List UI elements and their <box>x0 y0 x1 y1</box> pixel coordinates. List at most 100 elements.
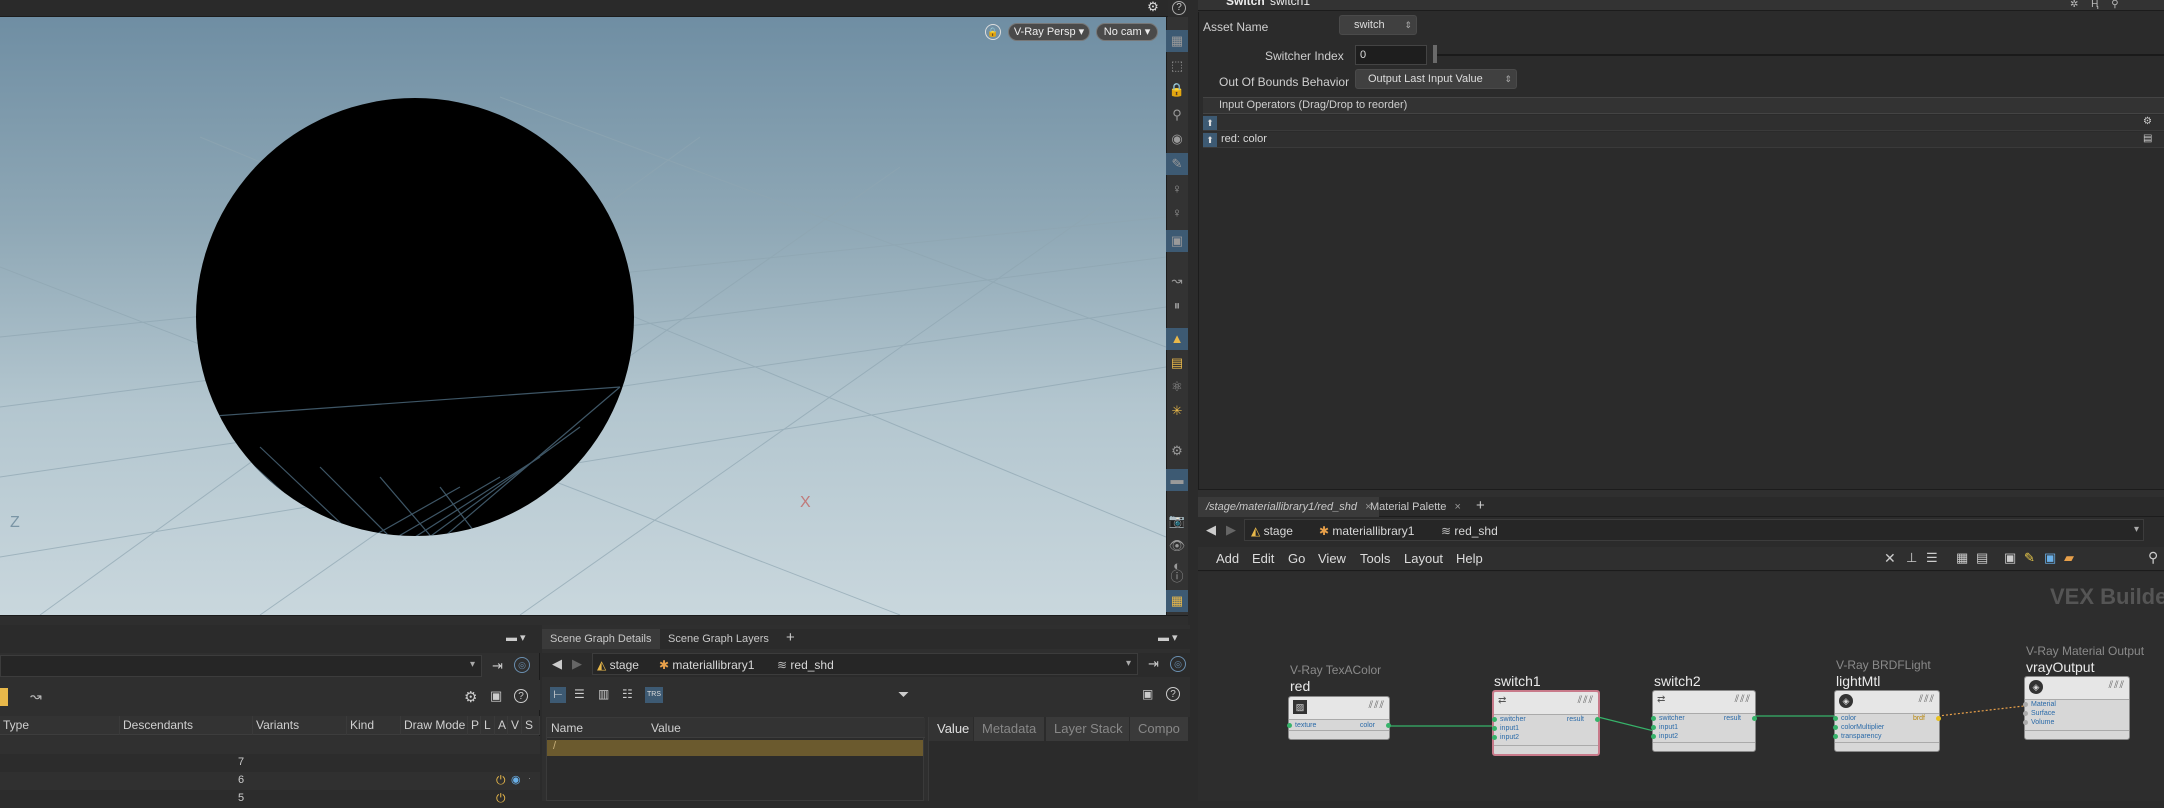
net-path-dropdown-icon[interactable]: ▾ <box>2134 524 2139 535</box>
col-variants[interactable]: Variants <box>253 716 347 735</box>
bulb-tool-icon[interactable]: ♀ <box>1166 178 1188 200</box>
details-pane-menu-icon[interactable]: ▬ ▾ <box>1158 631 1178 644</box>
asset-name-menu[interactable]: switch ⇕ <box>1339 15 1417 35</box>
visibility-toggle-icon[interactable]: ◉ <box>511 773 521 786</box>
tool-h-icon[interactable]: Ⱨ <box>2091 0 2098 10</box>
col-kind[interactable]: Kind <box>347 716 401 735</box>
floor-icon[interactable]: ▬ <box>1166 469 1188 491</box>
tree-view-icon[interactable]: ⊢ <box>550 687 566 703</box>
net-crumb-materiallibrary[interactable]: ✱ materiallibrary1 <box>1319 520 1414 542</box>
filter-icon[interactable]: ⏷ <box>898 686 909 703</box>
list-view-icon[interactable]: ☰ <box>574 687 585 701</box>
port-dot[interactable] <box>1287 723 1292 728</box>
details-path-dropdown-icon[interactable]: ▾ <box>1126 658 1131 669</box>
atom-icon[interactable]: ⚛ <box>1166 376 1188 398</box>
tree-path-field[interactable]: ▾ <box>0 655 482 677</box>
rows-view-icon[interactable]: ☷ <box>622 687 633 701</box>
col-s[interactable]: S <box>522 716 540 735</box>
port-dot[interactable] <box>1936 716 1941 721</box>
add-network-tab-button[interactable]: + <box>1476 497 1485 514</box>
details-path-field[interactable]: ◭ stage ✱ materiallibrary1 ≋ red_shd ▾ <box>592 653 1138 675</box>
port-dot[interactable] <box>1833 716 1838 721</box>
eye-icon[interactable]: 👁 <box>1166 535 1188 557</box>
node-switch1[interactable]: ⇄ ⫽⫽⫽ switcher input1 input2 result <box>1492 690 1600 756</box>
table-row[interactable]: / <box>547 740 923 756</box>
input-port-color[interactable]: color <box>1841 714 1856 723</box>
network-path-field[interactable]: ◭ stage ✱ materiallibrary1 ≋ red_shd ▾ <box>1244 519 2144 541</box>
tool-search-icon[interactable]: ⚲ <box>2111 0 2118 10</box>
tree-row[interactable]: 6 ⏻ ◉ · <box>0 772 540 790</box>
net-back-arrow-icon[interactable]: ◀ <box>1206 522 1216 538</box>
switcher-index-slider-handle[interactable] <box>1433 45 1437 63</box>
tree-curve-icon[interactable]: ↝ <box>30 688 42 705</box>
tree-layout-icon[interactable]: ⊥ <box>1906 550 1917 566</box>
params-network-divider[interactable] <box>1198 489 2164 497</box>
pin-icon[interactable]: ⇥ <box>492 658 503 674</box>
info-icon[interactable]: ⓘ <box>1166 566 1188 588</box>
viewport-divider[interactable] <box>0 615 1188 625</box>
camera-rig-icon[interactable]: ⚙ <box>1166 440 1188 462</box>
network-canvas[interactable]: VEX Builder V-Ray TexAColor red ▨ ⫽⫽⫽ tex… <box>1198 572 2164 801</box>
col-descendants[interactable]: Descendants <box>120 716 253 735</box>
tree-camera-icon[interactable]: ▣ <box>490 688 502 704</box>
gear-icon[interactable]: ⚙ <box>1146 0 1160 14</box>
menu-tools[interactable]: Tools <box>1360 551 1390 566</box>
image-icon[interactable]: ▣ <box>2044 550 2056 566</box>
crumb-red-shd[interactable]: ≋ red_shd <box>777 654 834 676</box>
render-region-icon[interactable]: ▲ <box>1166 328 1188 350</box>
lock-tool-icon[interactable]: 🔒 <box>1166 79 1188 101</box>
col-type[interactable]: Type <box>0 716 120 735</box>
columns-view-icon[interactable]: ▥ <box>598 687 609 701</box>
trs-icon[interactable]: TRS <box>645 687 663 703</box>
net-crumb-stage[interactable]: ◭ stage <box>1251 520 1293 542</box>
display-options-icon[interactable]: ▦ <box>1166 590 1188 612</box>
output-port-color[interactable]: color <box>1360 721 1375 730</box>
details-link-icon[interactable]: ◎ <box>1170 656 1186 672</box>
col-a[interactable]: A <box>495 716 508 735</box>
input-port-input1[interactable]: input1 <box>1500 724 1519 733</box>
input-port-input2[interactable]: input2 <box>1659 732 1678 741</box>
cam-select-menu[interactable]: No cam ▾ <box>1096 23 1158 41</box>
net-forward-arrow-icon[interactable]: ▶ <box>1226 522 1236 538</box>
menu-layout[interactable]: Layout <box>1404 551 1443 566</box>
input-port-switcher[interactable]: switcher <box>1500 715 1526 724</box>
camera-menu[interactable]: V-Ray Persp ▾ <box>1008 23 1090 41</box>
pause-tool-icon[interactable]: ⏸ <box>1166 295 1188 317</box>
snapshot-tool-icon[interactable]: ▣ <box>1166 230 1188 252</box>
active-toggle-icon[interactable]: ⏻ <box>496 773 506 788</box>
tab-metadata[interactable]: Metadata <box>973 717 1045 741</box>
tab-layer-stack[interactable]: Layer Stack <box>1045 717 1131 741</box>
tree-help-icon[interactable]: ? <box>514 689 528 703</box>
input-port-texture[interactable]: texture <box>1295 721 1316 730</box>
node-switch2[interactable]: ⇄ ⫽⫽⫽ switcher input1 input2 result <box>1651 690 1757 752</box>
camera-icon[interactable]: 📷 <box>1166 510 1188 532</box>
row-gear-icon[interactable]: ⚙ <box>2143 116 2152 127</box>
render-settings-icon[interactable]: ▤ <box>1166 352 1188 374</box>
node-red[interactable]: ▨ ⫽⫽⫽ texture color <box>1287 696 1391 740</box>
jump-to-node-icon[interactable]: ⬆ <box>1203 133 1217 147</box>
spark-icon[interactable]: ✳ <box>1166 400 1188 422</box>
active-toggle-icon[interactable]: ⏻ <box>496 791 506 806</box>
menu-go[interactable]: Go <box>1288 551 1305 566</box>
switcher-index-slider[interactable] <box>1433 54 2164 56</box>
forward-arrow-icon[interactable]: ▶ <box>572 656 582 672</box>
tab-close-icon[interactable]: × <box>1454 501 1460 513</box>
details-help-icon[interactable]: ? <box>1166 687 1180 701</box>
tab-scene-graph-layers[interactable]: Scene Graph Layers <box>660 629 777 649</box>
tab-composition[interactable]: Compo <box>1129 717 1188 741</box>
port-dot[interactable] <box>1651 734 1656 739</box>
tab-material-palette[interactable]: Material Palette × <box>1362 497 1469 517</box>
folder-icon[interactable]: ▰ <box>2064 550 2074 566</box>
col-p[interactable]: P <box>468 716 481 735</box>
port-dot[interactable] <box>1492 717 1497 722</box>
output-port-brdf[interactable]: brdf <box>1913 714 1925 723</box>
port-dot[interactable] <box>1752 716 1757 721</box>
lock-camera-icon[interactable]: 🔒 <box>985 24 1001 40</box>
input-port-input2[interactable]: input2 <box>1500 733 1519 742</box>
row-node-icon[interactable]: ▤ <box>2143 133 2152 144</box>
input-port-colormultiplier[interactable]: colorMultiplier <box>1841 723 1884 732</box>
add-tab-button[interactable]: + <box>786 629 795 646</box>
port-dot[interactable] <box>1833 725 1838 730</box>
port-dot[interactable] <box>1833 734 1838 739</box>
pose-tool-icon[interactable]: ⚲ <box>1166 104 1188 126</box>
